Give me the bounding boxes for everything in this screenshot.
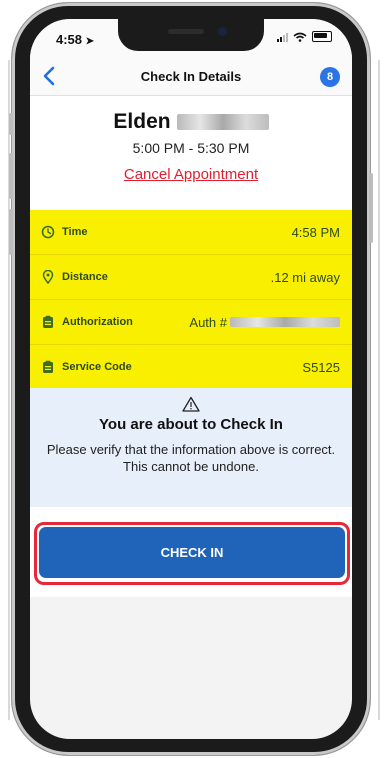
authorization-value: Auth #: [189, 315, 340, 330]
cellular-signal-icon: [277, 32, 288, 42]
warning-message: Please verify that the information above…: [46, 442, 336, 474]
phone-frame: 4:58 ➤ Check In Details 8 Elden 5:00 PM …: [9, 3, 373, 755]
detail-row-distance: Distance .12 mi away: [30, 255, 352, 300]
speaker-grille: [168, 29, 204, 34]
detail-row-service-code: Service Code S5125: [30, 345, 352, 389]
detail-row-time: Time 4:58 PM: [30, 210, 352, 255]
check-in-warning: You are about to Check In Please verify …: [30, 388, 352, 507]
app-screen: 4:58 ➤ Check In Details 8 Elden 5:00 PM …: [30, 19, 352, 739]
status-time: 4:58 ➤: [56, 32, 94, 47]
volume-up-button: [9, 153, 13, 199]
redacted-auth-number: [230, 317, 340, 327]
status-icons: [277, 31, 332, 42]
details-list: Time 4:58 PM Distance .12 mi away Author…: [30, 210, 352, 389]
notification-badge[interactable]: 8: [320, 67, 340, 87]
background-device-right: [378, 60, 386, 720]
detail-label: Service Code: [62, 361, 132, 373]
nav-bar: Check In Details 8: [30, 59, 352, 96]
appointment-header: Elden 5:00 PM - 5:30 PM Cancel Appointme…: [30, 96, 352, 210]
clipboard-icon: [40, 314, 56, 330]
detail-value: Auth #: [189, 314, 227, 330]
appointment-time: 5:00 PM - 5:30 PM: [132, 140, 250, 156]
clock-icon: [40, 224, 56, 240]
notch: [118, 19, 264, 51]
cancel-appointment-link[interactable]: Cancel Appointment: [124, 166, 258, 183]
detail-label: Distance: [62, 271, 108, 283]
location-pin-icon: [40, 269, 56, 285]
client-first-name: Elden: [113, 110, 171, 133]
status-time-text: 4:58: [56, 32, 83, 47]
clipboard-icon: [40, 359, 56, 375]
location-arrow-icon: ➤: [85, 36, 95, 47]
warning-title: You are about to Check In: [99, 416, 283, 433]
detail-label: Time: [62, 226, 88, 238]
client-name: Elden: [30, 110, 352, 134]
mute-switch: [9, 113, 13, 135]
front-camera: [218, 27, 227, 36]
power-button: [369, 173, 373, 243]
detail-value: 4:58 PM: [291, 224, 340, 240]
volume-down-button: [9, 209, 13, 255]
redacted-last-name: [176, 114, 269, 130]
warning-icon: [30, 396, 352, 412]
action-area: CHECK IN: [30, 507, 352, 597]
wifi-icon: [293, 32, 307, 42]
check-in-button[interactable]: CHECK IN: [39, 527, 345, 578]
detail-label: Authorization: [62, 316, 133, 328]
detail-value: S5125: [302, 359, 340, 375]
detail-value: .12 mi away: [270, 269, 340, 285]
battery-icon: [312, 31, 332, 42]
page-title: Check In Details: [140, 69, 242, 84]
detail-row-authorization: Authorization Auth #: [30, 300, 352, 345]
